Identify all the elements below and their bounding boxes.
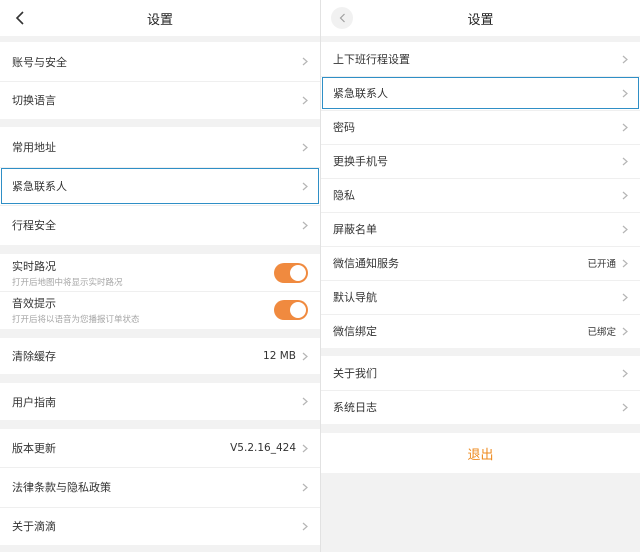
row-label: 微信通知服务 xyxy=(333,257,399,270)
row-label: 系统日志 xyxy=(333,401,377,414)
row-wechat-binding[interactable]: 微信绑定 已绑定 xyxy=(321,314,640,348)
row-wechat-notification[interactable]: 微信通知服务 已开通 xyxy=(321,246,640,280)
row-label: 上下班行程设置 xyxy=(333,53,410,66)
row-about-didi[interactable]: 关于滴滴 xyxy=(0,507,320,545)
back-button[interactable] xyxy=(331,7,353,29)
settings-panel-right: 设置 上下班行程设置 紧急联系人 密码 更换手机号 隐私 屏蔽名单 微信通知服务 xyxy=(321,0,640,552)
chevron-right-icon xyxy=(302,182,308,190)
row-switch-language[interactable]: 切换语言 xyxy=(0,81,320,119)
chevron-right-icon xyxy=(622,293,628,301)
row-label: 常用地址 xyxy=(12,141,56,154)
chevron-right-icon xyxy=(622,403,628,411)
row-default-navigation[interactable]: 默认导航 xyxy=(321,280,640,314)
chevron-right-icon xyxy=(302,483,308,491)
logout-label: 退出 xyxy=(467,447,494,463)
toggle-group: 实时路况 打开后地图中将显示实时路况 音效提示 打开后将以语音为您播报订单状态 xyxy=(0,254,320,329)
chevron-right-icon xyxy=(302,57,308,66)
chevron-right-icon xyxy=(302,352,308,360)
chevron-left-icon xyxy=(15,11,24,25)
row-label: 关于滴滴 xyxy=(12,520,56,533)
sound-prompt-toggle[interactable] xyxy=(274,300,308,320)
row-version-update[interactable]: 版本更新 V5.2.16_424 xyxy=(0,429,320,467)
row-block-list[interactable]: 屏蔽名单 xyxy=(321,212,640,246)
toggle-knob xyxy=(290,264,306,281)
toggle-label: 实时路况 xyxy=(12,259,56,273)
row-label: 用户指南 xyxy=(12,395,56,409)
row-label: 紧急联系人 xyxy=(333,87,388,100)
chevron-right-icon xyxy=(622,225,628,233)
row-emergency-contact[interactable]: 紧急联系人 xyxy=(321,76,640,110)
row-privacy[interactable]: 隐私 xyxy=(321,178,640,212)
status-value: 已开通 xyxy=(587,259,616,270)
row-label: 清除缓存 xyxy=(12,350,56,363)
version-number: V5.2.16_424 xyxy=(230,442,296,454)
row-label: 隐私 xyxy=(333,189,355,202)
cache-size: 12 MB xyxy=(263,350,296,362)
row-label: 微信绑定 xyxy=(333,325,377,338)
status-value: 已绑定 xyxy=(587,327,616,338)
header: 设置 xyxy=(0,0,320,36)
row-label: 紧急联系人 xyxy=(12,180,67,193)
chevron-right-icon xyxy=(622,259,628,267)
chevron-right-icon xyxy=(302,397,308,406)
row-trip-safety[interactable]: 行程安全 xyxy=(0,205,320,245)
row-sound-prompt: 音效提示 打开后将以语音为您播报订单状态 xyxy=(0,291,320,329)
toggle-description: 打开后地图中将显示实时路况 xyxy=(12,277,123,288)
about-group: 关于我们 系统日志 xyxy=(321,356,640,424)
about-group: 版本更新 V5.2.16_424 法律条款与隐私政策 关于滴滴 xyxy=(0,429,320,545)
row-user-guide[interactable]: 用户指南 xyxy=(0,383,320,420)
realtime-traffic-toggle[interactable] xyxy=(274,262,308,283)
row-account-security[interactable]: 账号与安全 xyxy=(0,42,320,81)
chevron-right-icon xyxy=(622,123,628,131)
row-realtime-traffic: 实时路况 打开后地图中将显示实时路况 xyxy=(0,254,320,291)
main-settings-group: 上下班行程设置 紧急联系人 密码 更换手机号 隐私 屏蔽名单 微信通知服务 已开… xyxy=(321,42,640,348)
chevron-right-icon xyxy=(622,89,628,97)
row-common-address[interactable]: 常用地址 xyxy=(0,127,320,167)
row-label: 更换手机号 xyxy=(333,155,388,168)
chevron-right-icon xyxy=(302,444,308,452)
chevron-right-icon xyxy=(622,369,628,377)
row-clear-cache[interactable]: 清除缓存 12 MB xyxy=(0,338,320,374)
row-label: 版本更新 xyxy=(12,442,56,455)
toggle-description: 打开后将以语音为您播报订单状态 xyxy=(12,315,140,325)
row-password[interactable]: 密码 xyxy=(321,110,640,144)
chevron-right-icon xyxy=(622,55,628,63)
guide-group: 用户指南 xyxy=(0,383,320,420)
row-system-log[interactable]: 系统日志 xyxy=(321,390,640,424)
cache-group: 清除缓存 12 MB xyxy=(0,338,320,374)
toggle-label: 音效提示 xyxy=(12,297,56,310)
row-label: 账号与安全 xyxy=(12,55,67,69)
chevron-right-icon xyxy=(622,191,628,199)
row-label: 关于我们 xyxy=(333,367,377,380)
toggle-knob xyxy=(290,302,306,318)
row-label: 法律条款与隐私政策 xyxy=(12,481,111,494)
chevron-right-icon xyxy=(622,157,628,165)
safety-group: 常用地址 紧急联系人 行程安全 xyxy=(0,127,320,245)
row-change-phone[interactable]: 更换手机号 xyxy=(321,144,640,178)
chevron-right-icon xyxy=(302,143,308,151)
row-about-us[interactable]: 关于我们 xyxy=(321,356,640,390)
chevron-right-icon xyxy=(302,221,308,229)
chevron-right-icon xyxy=(622,327,628,335)
page-title: 设置 xyxy=(146,12,173,28)
row-label: 行程安全 xyxy=(12,219,56,232)
row-label: 默认导航 xyxy=(333,291,377,304)
row-label: 切换语言 xyxy=(12,94,56,107)
row-emergency-contact[interactable]: 紧急联系人 xyxy=(0,167,320,205)
account-group: 账号与安全 切换语言 xyxy=(0,42,320,119)
settings-panel-left: 设置 账号与安全 切换语言 常用地址 紧急联系人 行程安全 实时路况 打开后地图… xyxy=(0,0,320,552)
row-legal-privacy[interactable]: 法律条款与隐私政策 xyxy=(0,467,320,507)
chevron-left-icon xyxy=(339,13,345,23)
row-commute-settings[interactable]: 上下班行程设置 xyxy=(321,42,640,76)
logout-button[interactable]: 退出 xyxy=(321,433,640,473)
chevron-right-icon xyxy=(302,96,308,104)
row-label: 密码 xyxy=(333,121,355,134)
chevron-right-icon xyxy=(302,522,308,530)
back-button[interactable] xyxy=(10,8,30,28)
row-label: 屏蔽名单 xyxy=(333,223,377,236)
header: 设置 xyxy=(321,0,640,36)
page-title: 设置 xyxy=(467,12,494,28)
